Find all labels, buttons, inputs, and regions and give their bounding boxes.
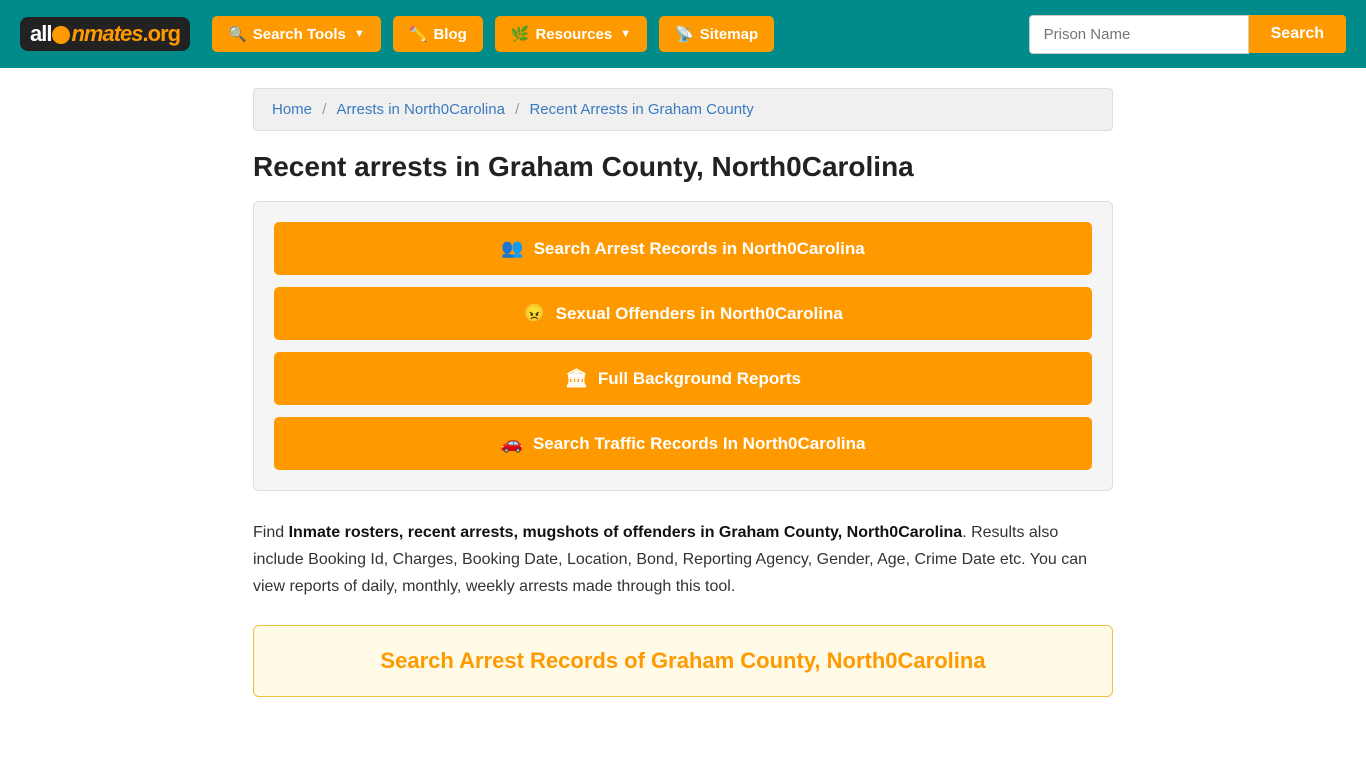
prison-search-form: Search [1029, 15, 1346, 54]
background-reports-button[interactable]: Full Background Reports [274, 352, 1092, 405]
search-records-box: Search Arrest Records of Graham County, … [253, 625, 1113, 697]
action-buttons-box: Search Arrest Records in North0Carolina … [253, 201, 1113, 491]
background-reports-label: Full Background Reports [598, 369, 801, 389]
blog-label: Blog [433, 26, 466, 43]
chevron-down-icon: ▼ [620, 28, 631, 40]
page-title: Recent arrests in Graham County, North0C… [253, 151, 1113, 183]
breadcrumb-current[interactable]: Recent Arrests in Graham County [529, 101, 753, 118]
main-content: Home / Arrests in North0Carolina / Recen… [233, 68, 1133, 717]
search-button-label: Search [1271, 25, 1324, 42]
car-icon [501, 433, 523, 454]
prison-search-button[interactable]: Search [1249, 15, 1346, 53]
sexual-offenders-button[interactable]: Sexual Offenders in North0Carolina [274, 287, 1092, 340]
breadcrumb-separator-1: / [322, 101, 330, 118]
breadcrumb: Home / Arrests in North0Carolina / Recen… [253, 88, 1113, 131]
arrest-records-button[interactable]: Search Arrest Records in North0Carolina [274, 222, 1092, 275]
logo-text: allnmates.org [30, 21, 180, 47]
description: Find Inmate rosters, recent arrests, mug… [253, 519, 1113, 601]
breadcrumb-arrests[interactable]: Arrests in North0Carolina [337, 101, 505, 118]
resources-icon [511, 25, 530, 43]
search-icon [228, 25, 247, 43]
search-tools-button[interactable]: Search Tools ▼ [212, 16, 381, 52]
sexual-offenders-label: Sexual Offenders in North0Carolina [556, 304, 843, 324]
logo[interactable]: allnmates.org [20, 17, 190, 51]
prison-name-input[interactable] [1029, 15, 1249, 54]
traffic-records-button[interactable]: Search Traffic Records In North0Carolina [274, 417, 1092, 470]
traffic-records-label: Search Traffic Records In North0Carolina [533, 434, 866, 454]
blog-icon [409, 25, 428, 43]
resources-button[interactable]: Resources ▼ [495, 16, 647, 52]
sitemap-label: Sitemap [700, 26, 758, 43]
sitemap-icon [675, 25, 694, 43]
site-header: allnmates.org Search Tools ▼ Blog Resour… [0, 0, 1366, 68]
search-records-title: Search Arrest Records of Graham County, … [274, 648, 1092, 674]
people-icon [501, 238, 523, 259]
description-prefix: Find [253, 524, 289, 541]
sitemap-button[interactable]: Sitemap [659, 16, 774, 52]
breadcrumb-separator-2: / [515, 101, 523, 118]
resources-label: Resources [535, 26, 612, 43]
description-bold: Inmate rosters, recent arrests, mugshots… [289, 524, 963, 541]
breadcrumb-home[interactable]: Home [272, 101, 312, 118]
offender-icon [523, 303, 545, 324]
arrest-records-label: Search Arrest Records in North0Carolina [534, 239, 865, 259]
search-tools-label: Search Tools [253, 26, 346, 43]
blog-button[interactable]: Blog [393, 16, 483, 52]
building-icon [565, 368, 588, 389]
chevron-down-icon: ▼ [354, 28, 365, 40]
